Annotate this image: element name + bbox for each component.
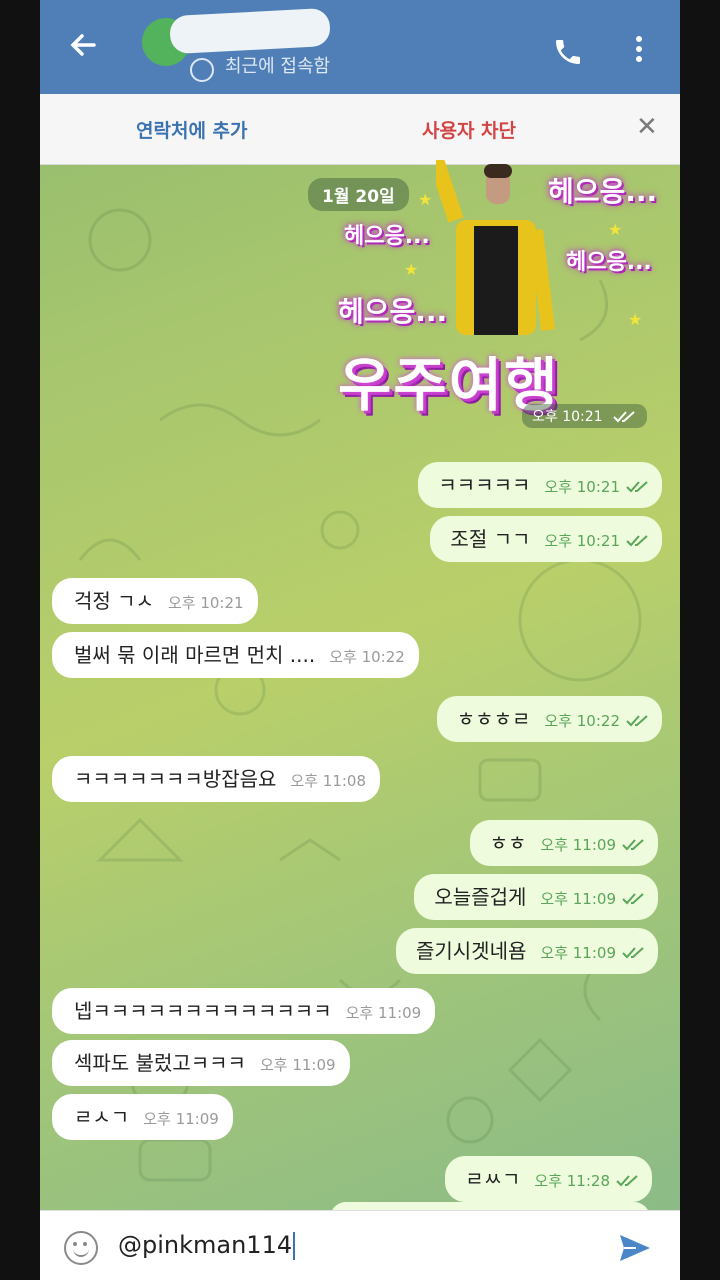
message-time: 오후 10:21 (167, 594, 244, 612)
star-decoration: ★ (418, 190, 433, 209)
message-text: 조절 ㄱㄱ (450, 527, 531, 551)
date-separator: 1월 20일 (308, 178, 409, 211)
message-time: 오후 11:09 (540, 890, 616, 908)
incoming-message[interactable]: 섹파도 불렀고ㅋㅋㅋ 오후 11:09 (52, 1040, 350, 1086)
outgoing-message[interactable]: ㅎㅎ 오후 11:09 (469, 820, 658, 866)
message-text: ㅋㅋㅋㅋㅋㅋㅋ방잡음요 (74, 767, 277, 791)
sticker-text: 헤으응... (548, 175, 658, 208)
message-text: ㅎㅎㅎㄹ (456, 707, 531, 731)
block-user-button[interactable]: 사용자 차단 (422, 116, 516, 143)
message-input-bar: @pinkman114 (40, 1210, 680, 1280)
phone-icon[interactable] (552, 36, 584, 72)
message-text: ㄹㅅㄱ (74, 1105, 130, 1129)
chat-screen: 최근에 접속함 연락처에 추가 사용자 차단 ✕ ★ ★ ★ ★ 헤으응... … (40, 0, 680, 1280)
message-input-value: @pinkman114 (118, 1231, 293, 1259)
add-contact-button[interactable]: 연락처에 추가 (136, 116, 248, 143)
text-caret (293, 1232, 296, 1260)
double-check-icon (626, 714, 648, 726)
emoji-icon[interactable] (64, 1231, 98, 1265)
message-time: 오후 11:09 (259, 1056, 336, 1074)
star-decoration: ★ (404, 260, 419, 279)
outgoing-message[interactable]: ㅋㅋㅋㅋㅋ 오후 10:21 (418, 462, 662, 508)
message-time: 오후 11:09 (143, 1110, 219, 1128)
message-text: 벌써 묶 이래 마르면 먼치 .... (74, 643, 316, 667)
message-time: 오후 10:21 (532, 409, 603, 425)
message-time: 오후 11:09 (540, 944, 616, 962)
message-time: 오후 10:22 (329, 648, 405, 666)
message-text: 걱정 ㄱㅅ (74, 589, 154, 613)
double-check-icon (622, 946, 644, 958)
sticker-text: 헤으응... (344, 224, 430, 249)
incoming-message[interactable]: ㄹㅅㄱ 오후 11:09 (52, 1094, 233, 1140)
sticker-time: 오후 10:21 (522, 404, 648, 428)
more-vertical-icon[interactable] (636, 36, 642, 66)
double-check-icon (626, 480, 648, 492)
double-check-icon (616, 1174, 638, 1186)
contact-action-bar: 연락처에 추가 사용자 차단 ✕ (40, 94, 680, 165)
double-check-icon (622, 838, 644, 850)
send-icon[interactable] (618, 1233, 652, 1267)
sticker-person-image (436, 160, 555, 335)
message-text: ㄹㅆㄱ (465, 1167, 521, 1191)
outgoing-message[interactable]: 오늘즐겁게 오후 11:09 (414, 874, 658, 920)
incoming-message[interactable]: 벌써 묶 이래 마르면 먼치 .... 오후 10:22 (52, 632, 419, 678)
message-time: 오후 11:09 (345, 1004, 422, 1022)
message-text: 섹파도 불렀고ㅋㅋㅋ (74, 1051, 246, 1075)
star-decoration: ★ (608, 220, 623, 239)
incoming-message[interactable]: 넵ㅋㅋㅋㅋㅋㅋㅋㅋㅋㅋㅋㅋㅋ 오후 11:09 (52, 988, 436, 1034)
message-time: 오후 10:21 (544, 478, 620, 496)
message-text: 즐기시겟네욤 (415, 939, 527, 963)
message-time: 오후 10:22 (544, 712, 620, 730)
incoming-message[interactable]: 걱정 ㄱㅅ 오후 10:21 (52, 578, 258, 624)
incoming-message[interactable]: ㅋㅋㅋㅋㅋㅋㅋ방잡음요 오후 11:08 (52, 756, 381, 802)
last-seen-status: 최근에 접속함 (225, 56, 331, 77)
double-check-icon (622, 892, 644, 904)
message-input[interactable]: @pinkman114 (118, 1231, 296, 1260)
message-time: 오후 11:08 (290, 772, 367, 790)
sticker-text: 헤으응... (338, 295, 448, 328)
outgoing-message[interactable]: 조절 ㄱㄱ 오후 10:21 (430, 516, 662, 562)
message-time: 오후 10:21 (544, 532, 620, 550)
close-icon[interactable]: ✕ (636, 112, 658, 142)
message-text: 오늘즐겁게 (434, 885, 527, 909)
double-check-icon (626, 534, 648, 546)
back-arrow-icon[interactable] (68, 30, 98, 68)
message-text: ㅎㅎ (489, 831, 527, 855)
double-check-icon (613, 411, 635, 423)
sticker-text: 헤으응... (566, 250, 652, 275)
message-time: 오후 11:09 (540, 836, 616, 854)
outgoing-message[interactable]: 즐기시겟네욤 오후 11:09 (395, 928, 658, 974)
redacted-contact-name (169, 7, 331, 55)
clock-icon (190, 58, 214, 82)
chat-header: 최근에 접속함 (40, 0, 680, 94)
outgoing-message[interactable]: ㅎㅎㅎㄹ 오후 10:22 (436, 696, 662, 742)
message-text: 넵ㅋㅋㅋㅋㅋㅋㅋㅋㅋㅋㅋㅋㅋ (74, 999, 332, 1023)
outgoing-message[interactable]: ㄹㅆㄱ 오후 11:28 (445, 1156, 652, 1202)
message-time: 오후 11:28 (534, 1172, 610, 1190)
message-text: ㅋㅋㅋㅋㅋ (438, 473, 531, 497)
star-decoration: ★ (628, 310, 643, 329)
